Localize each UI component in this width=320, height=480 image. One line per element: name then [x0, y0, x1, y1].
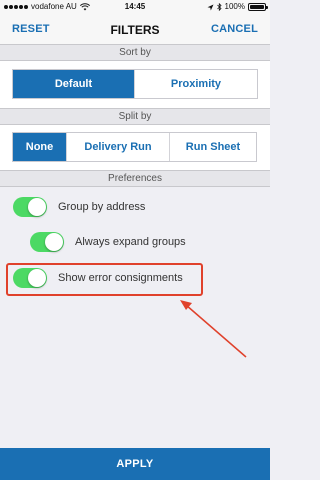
location-icon [207, 4, 214, 10]
split-option-run-sheet[interactable]: Run Sheet [170, 133, 256, 161]
sort-option-proximity-label: Proximity [170, 78, 222, 90]
split-by-segmented-control: None Delivery Run Run Sheet [12, 132, 257, 162]
navigation-bar: RESET FILTERS CANCEL [0, 14, 270, 44]
annotation-highlight-box [6, 263, 203, 296]
split-by-section: None Delivery Run Run Sheet [0, 125, 270, 170]
status-bar: vodafone AU 14:45 100% [0, 0, 270, 14]
split-option-none-label: None [25, 141, 54, 153]
group-by-address-row: Group by address [13, 197, 145, 217]
always-expand-groups-row: Always expand groups [30, 232, 186, 252]
battery-percentage: 100% [224, 2, 245, 11]
bluetooth-icon [216, 3, 222, 11]
split-option-delivery-run-label: Delivery Run [84, 141, 152, 153]
always-expand-groups-label: Always expand groups [75, 236, 186, 248]
sort-by-section: Default Proximity [0, 61, 270, 108]
battery-icon [248, 3, 268, 11]
group-by-address-label: Group by address [58, 201, 146, 213]
split-option-run-sheet-label: Run Sheet [185, 141, 241, 153]
split-option-none[interactable]: None [13, 133, 67, 161]
sort-option-default-label: Default [54, 78, 93, 90]
preferences-header: Preferences [0, 170, 270, 187]
apply-button[interactable]: APPLY [0, 448, 270, 480]
toggle-knob [45, 233, 63, 251]
sort-by-header: Sort by [0, 44, 270, 61]
sort-option-proximity[interactable]: Proximity [135, 70, 257, 98]
sort-option-default[interactable]: Default [13, 70, 135, 98]
sort-by-segmented-control: Default Proximity [12, 69, 258, 99]
split-by-header: Split by [0, 108, 270, 125]
always-expand-groups-toggle[interactable] [30, 232, 64, 252]
split-option-delivery-run[interactable]: Delivery Run [67, 133, 170, 161]
toggle-knob [28, 198, 46, 216]
group-by-address-toggle[interactable] [13, 197, 47, 217]
cancel-button[interactable]: CANCEL [211, 23, 258, 35]
